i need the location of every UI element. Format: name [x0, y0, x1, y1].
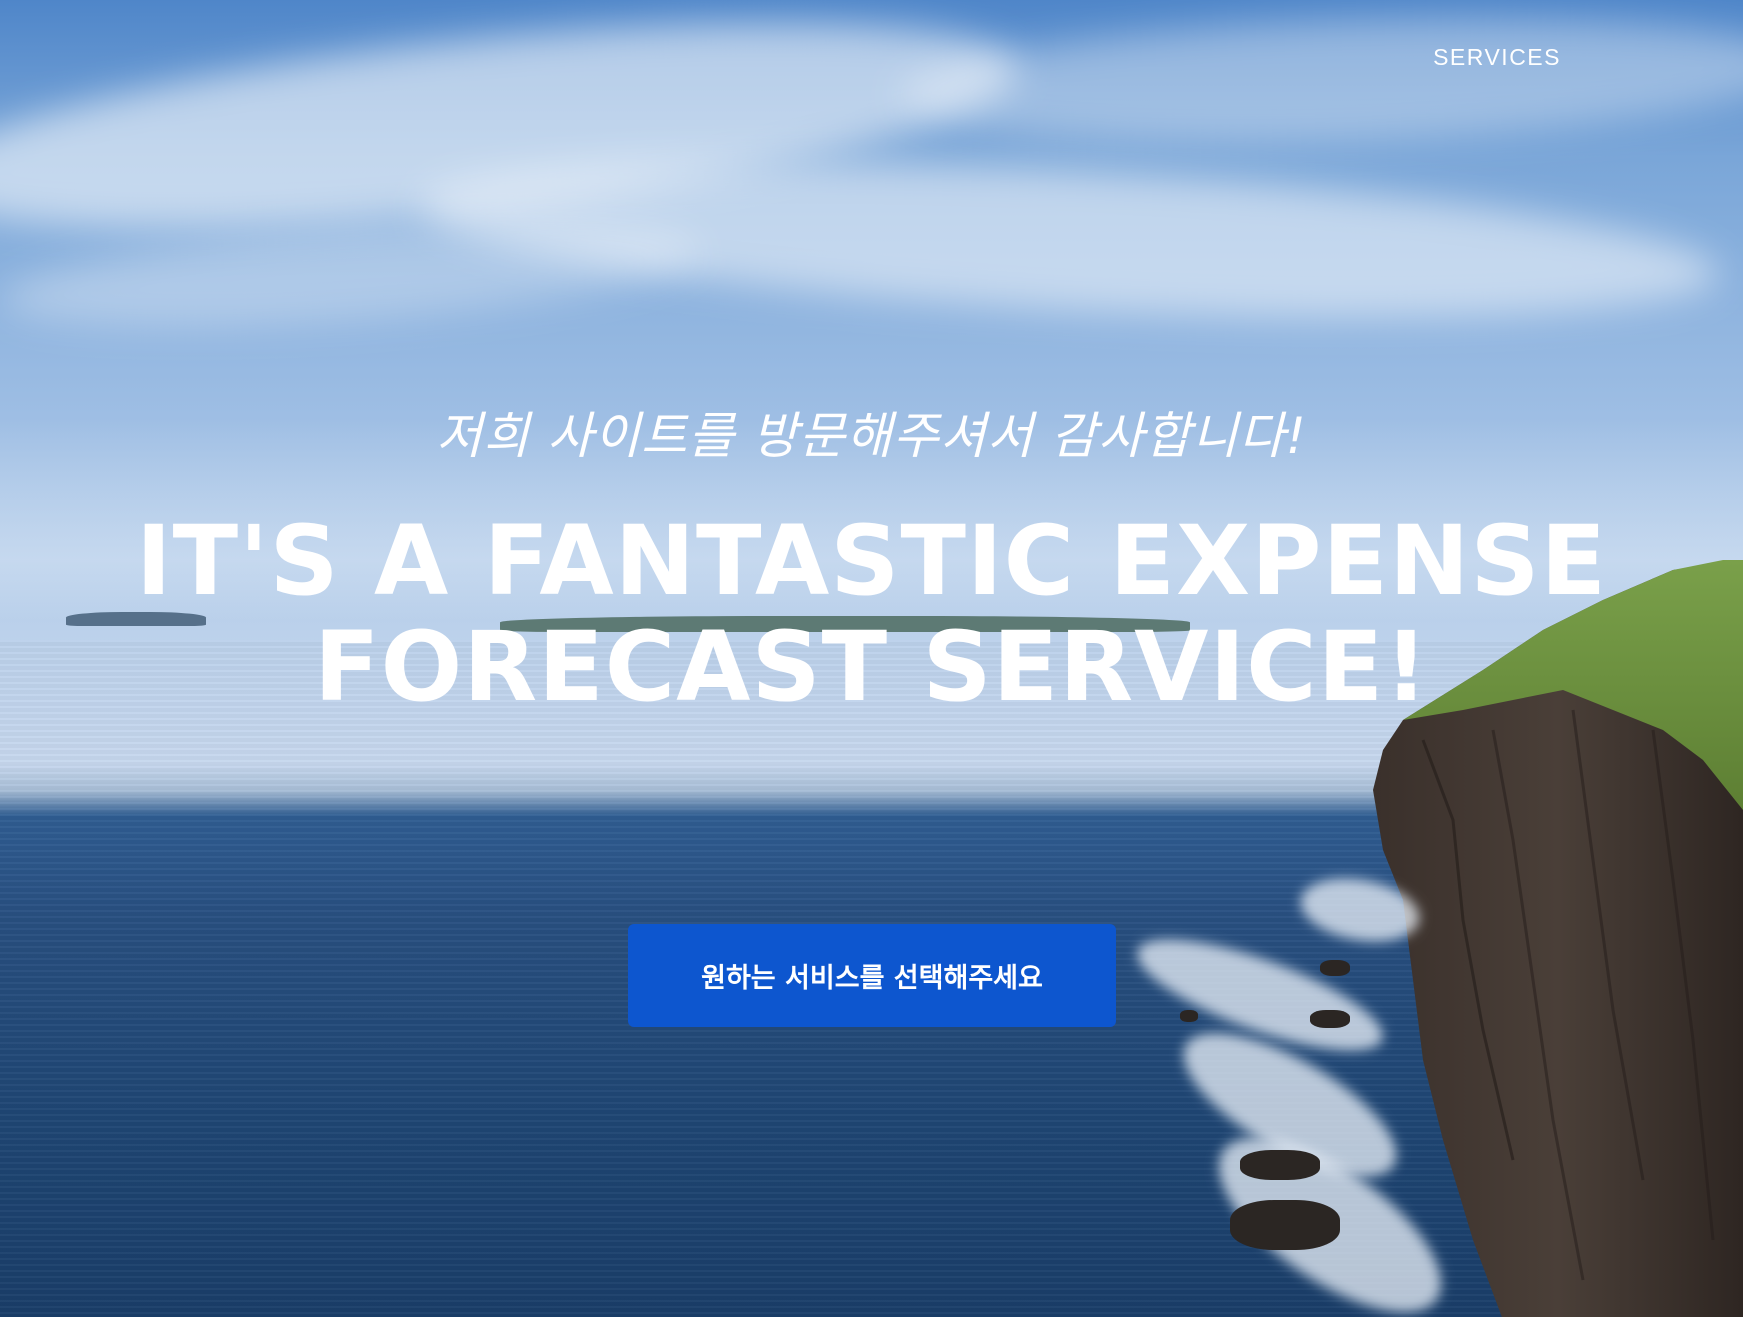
rock: [1320, 960, 1350, 976]
rock: [1310, 1010, 1350, 1028]
rock: [1230, 1200, 1340, 1250]
hero-subtitle: 저희 사이트를 방문해주셔서 감사합니다!: [436, 407, 1307, 465]
cloud: [898, 4, 1743, 156]
rock: [1180, 1010, 1198, 1022]
select-service-button[interactable]: 원하는 서비스를 선택해주세요: [628, 924, 1116, 1027]
hero-headline: IT'S A FANTASTIC EXPENSE FORECAST SERVIC…: [135, 505, 1608, 723]
hero-section: SERVICES 저희 사이트를 방문해주셔서 감사합니다! IT'S A FA…: [0, 0, 1743, 1317]
cloud: [0, 205, 703, 345]
nav-link-services[interactable]: SERVICES: [1433, 44, 1561, 71]
rock: [1240, 1150, 1320, 1180]
